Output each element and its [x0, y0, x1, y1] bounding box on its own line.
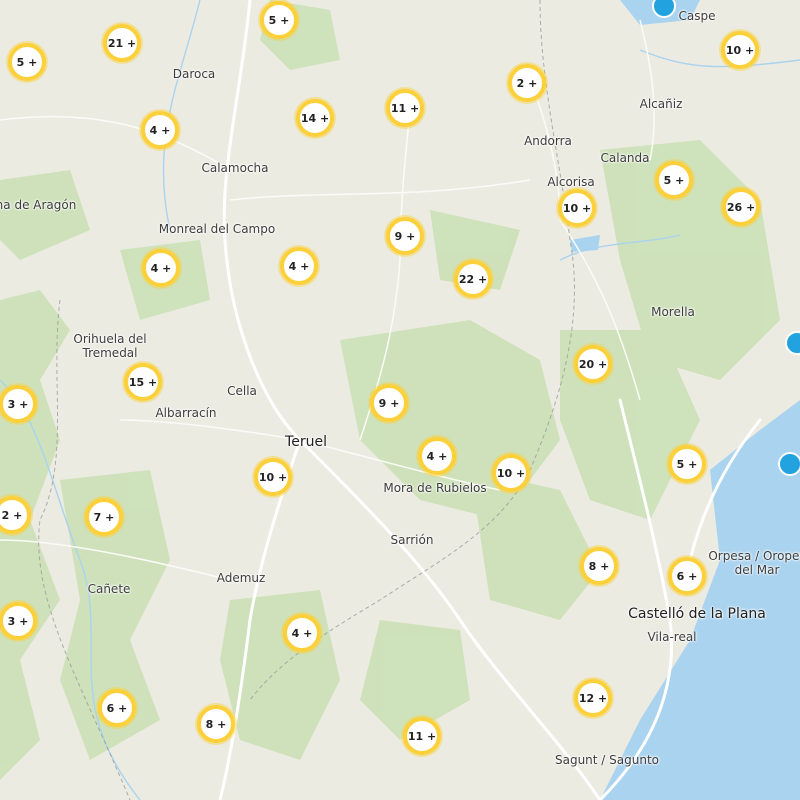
- cluster-marker[interactable]: 9 +: [386, 217, 424, 255]
- cluster-marker[interactable]: 11 +: [403, 717, 441, 755]
- cluster-marker[interactable]: 8 +: [197, 705, 235, 743]
- cluster-marker[interactable]: 20 +: [574, 345, 612, 383]
- cluster-marker[interactable]: 10 +: [721, 31, 759, 69]
- cluster-marker[interactable]: 3 +: [0, 602, 37, 640]
- cluster-marker[interactable]: 10 +: [558, 189, 596, 227]
- cluster-marker[interactable]: 11 +: [386, 89, 424, 127]
- cluster-marker[interactable]: 4 +: [142, 249, 180, 287]
- location-marker[interactable]: [778, 452, 800, 476]
- cluster-marker[interactable]: 4 +: [280, 247, 318, 285]
- cluster-marker[interactable]: 5 +: [260, 1, 298, 39]
- cluster-marker[interactable]: 10 +: [492, 454, 530, 492]
- cluster-marker[interactable]: 15 +: [124, 363, 162, 401]
- cluster-marker[interactable]: 5 +: [655, 161, 693, 199]
- cluster-marker[interactable]: 7 +: [85, 498, 123, 536]
- cluster-marker[interactable]: 4 +: [283, 614, 321, 652]
- cluster-marker[interactable]: 26 +: [722, 188, 760, 226]
- cluster-marker[interactable]: 6 +: [668, 557, 706, 595]
- cluster-marker[interactable]: 8 +: [580, 547, 618, 585]
- cluster-marker[interactable]: 12 +: [574, 679, 612, 717]
- cluster-marker[interactable]: 9 +: [370, 384, 408, 422]
- cluster-marker[interactable]: 2 +: [508, 64, 546, 102]
- cluster-marker[interactable]: 14 +: [296, 99, 334, 137]
- cluster-marker[interactable]: 22 +: [454, 260, 492, 298]
- cluster-marker[interactable]: 3 +: [0, 385, 37, 423]
- cluster-marker[interactable]: 21 +: [103, 24, 141, 62]
- cluster-marker[interactable]: 10 +: [254, 458, 292, 496]
- map-view[interactable]: Caspe Daroca Alcañiz Andorra Calamocha C…: [0, 0, 800, 800]
- cluster-marker[interactable]: 5 +: [8, 43, 46, 81]
- cluster-marker[interactable]: 4 +: [418, 437, 456, 475]
- cluster-marker[interactable]: 4 +: [141, 111, 179, 149]
- cluster-marker[interactable]: 5 +: [668, 445, 706, 483]
- cluster-marker[interactable]: 6 +: [98, 689, 136, 727]
